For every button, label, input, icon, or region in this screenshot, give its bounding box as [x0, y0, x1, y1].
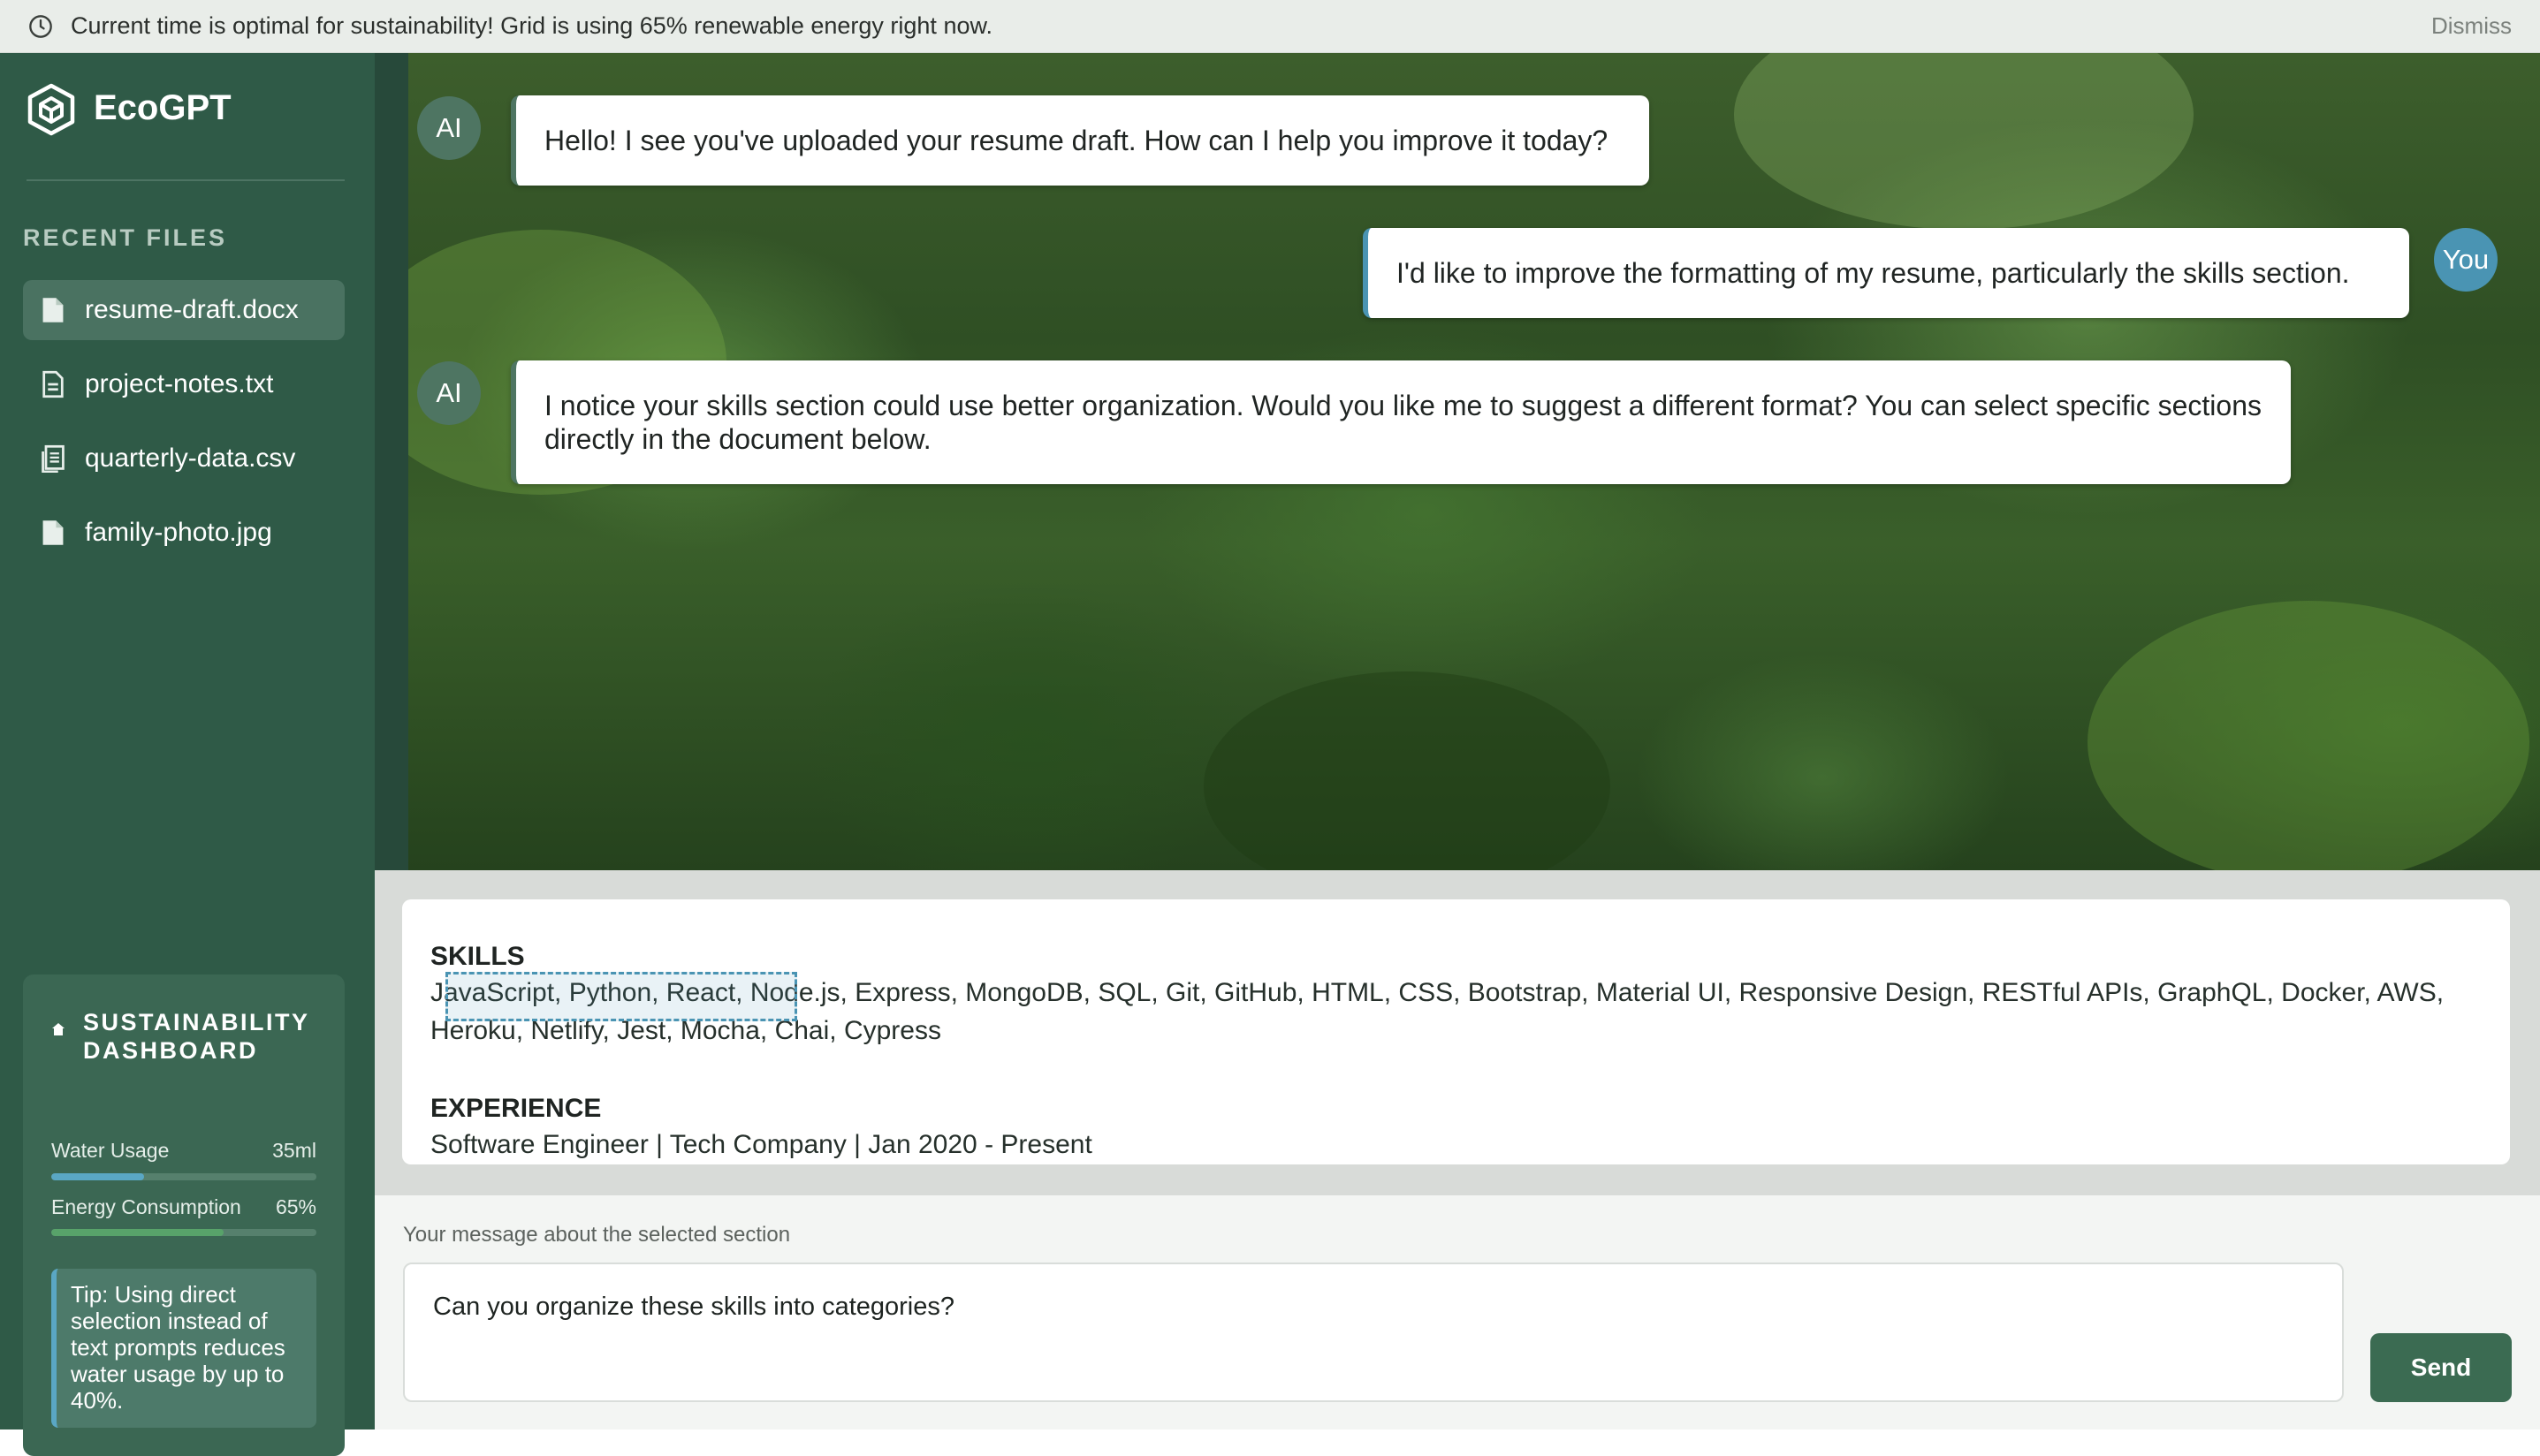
energy-consumption-value: 65%	[275, 1195, 316, 1218]
document-panel: SKILLS JavaScript, Python, React, Node.j…	[375, 870, 2540, 1195]
chat-area: AI Hello! I see you've uploaded your res…	[408, 53, 2540, 870]
message-input[interactable]: Can you organize these skills into categ…	[403, 1263, 2344, 1402]
water-usage-bar	[51, 1173, 316, 1180]
energy-consumption-bar-fill	[51, 1229, 224, 1236]
user-avatar: You	[2434, 228, 2498, 292]
app-title: EcoGPT	[94, 88, 232, 127]
file-label: quarterly-data.csv	[85, 444, 296, 473]
sustainability-banner: Current time is optimal for sustainabili…	[0, 0, 2540, 53]
foliage-decoration	[1734, 53, 2194, 230]
sustainability-dashboard: SUSTAINABILITY DASHBOARD Water Usage 35m…	[23, 974, 345, 1456]
water-usage-value: 35ml	[272, 1139, 316, 1162]
image-file-icon	[42, 520, 64, 545]
text-file-icon	[42, 370, 64, 398]
dashboard-title: SUSTAINABILITY DASHBOARD	[83, 1009, 310, 1064]
recent-files-heading: RECENT FILES	[23, 224, 228, 251]
ai-message: I notice your skills section could use b…	[511, 360, 2291, 484]
energy-consumption-label: Energy Consumption	[51, 1195, 241, 1218]
data-file-icon	[42, 444, 65, 473]
selection-box[interactable]	[445, 972, 797, 1021]
house-icon	[52, 1023, 65, 1035]
send-button[interactable]: Send	[2370, 1333, 2512, 1402]
experience-heading: EXPERIENCE	[430, 1094, 602, 1123]
dismiss-button[interactable]: Dismiss	[2431, 0, 2512, 51]
file-label: project-notes.txt	[85, 369, 274, 398]
file-label: family-photo.jpg	[85, 518, 272, 547]
message-text: I'd like to improve the formatting of my…	[1396, 257, 2350, 289]
banner-message: Current time is optimal for sustainabili…	[71, 12, 992, 39]
experience-text[interactable]: Software Engineer | Tech Company | Jan 2…	[430, 1126, 2498, 1164]
file-item-family-photo[interactable]: family-photo.jpg	[23, 503, 345, 563]
file-item-project-notes[interactable]: project-notes.txt	[23, 354, 345, 414]
foliage-decoration	[2088, 601, 2529, 870]
document-preview: SKILLS JavaScript, Python, React, Node.j…	[402, 899, 2510, 1164]
sidebar-divider	[27, 179, 345, 181]
sustainability-tip: Tip: Using direct selection instead of t…	[51, 1269, 316, 1428]
energy-consumption-bar	[51, 1229, 316, 1236]
file-label: resume-draft.docx	[85, 295, 299, 324]
ai-avatar: AI	[417, 96, 481, 160]
message-text: I notice your skills section could use b…	[544, 390, 2262, 455]
foliage-decoration	[1204, 671, 1610, 870]
clock-icon	[29, 15, 52, 38]
ai-avatar: AI	[417, 361, 481, 425]
user-message: I'd like to improve the formatting of my…	[1363, 228, 2409, 318]
sidebar-gutter	[375, 53, 408, 870]
sidebar: EcoGPT RECENT FILES resume-draft.docx pr…	[0, 53, 375, 1456]
ai-message: Hello! I see you've uploaded your resume…	[511, 95, 1649, 186]
composer: Your message about the selected section …	[375, 1195, 2540, 1429]
water-usage-bar-fill	[51, 1173, 144, 1180]
water-usage-label: Water Usage	[51, 1139, 170, 1162]
file-icon	[42, 298, 64, 322]
file-item-quarterly-data[interactable]: quarterly-data.csv	[23, 428, 345, 489]
hexagon-cube-logo-icon	[27, 83, 75, 136]
file-item-resume-draft[interactable]: resume-draft.docx	[23, 280, 345, 340]
message-input-label: Your message about the selected section	[403, 1223, 791, 1247]
skills-heading: SKILLS	[430, 942, 525, 971]
message-text: Hello! I see you've uploaded your resume…	[544, 125, 1608, 156]
